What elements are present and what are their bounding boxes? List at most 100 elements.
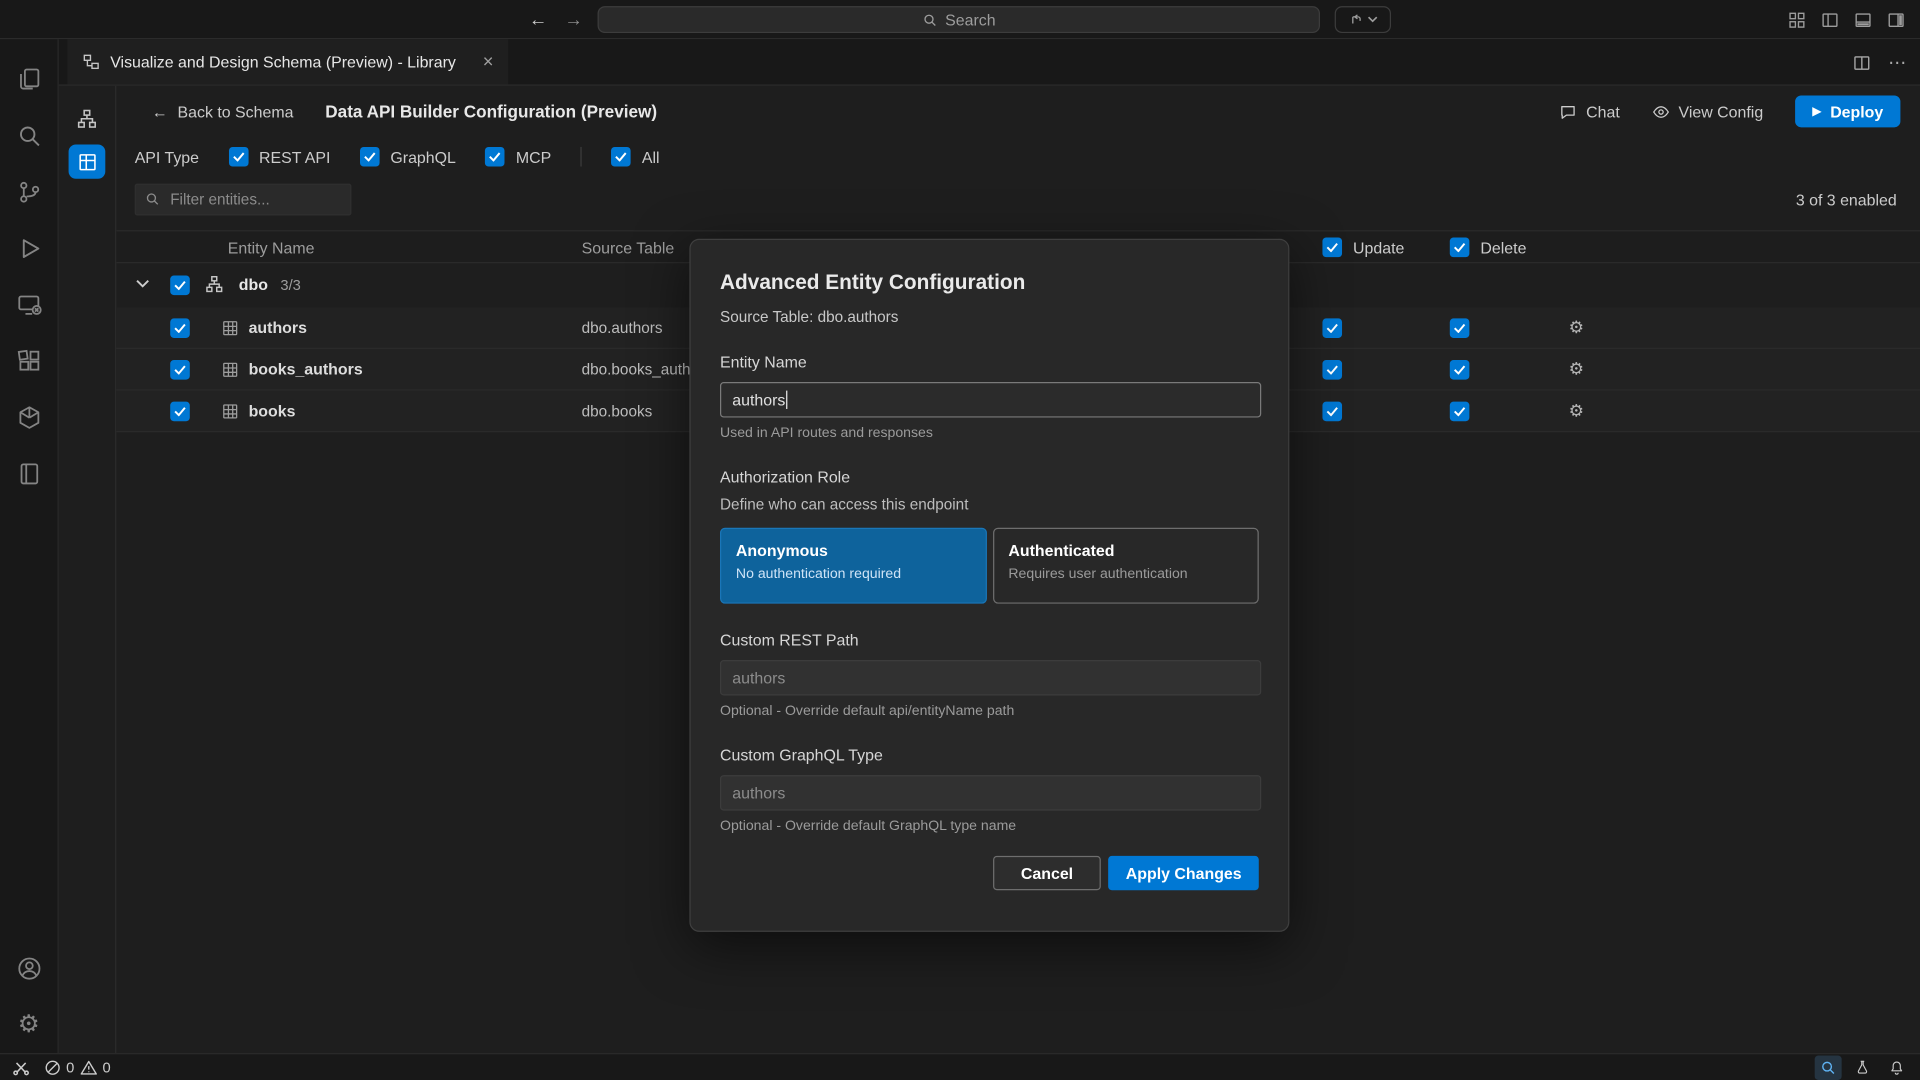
custom-rest-path-input[interactable] bbox=[720, 660, 1261, 696]
remote-indicator-icon[interactable] bbox=[12, 1059, 29, 1076]
schema-name: dbo bbox=[239, 276, 268, 294]
chevron-down-icon[interactable] bbox=[136, 279, 149, 289]
mcp-checkbox[interactable] bbox=[485, 147, 505, 167]
dialog-source-table: Source Table: dbo.authors bbox=[720, 309, 1259, 326]
apply-changes-button[interactable]: Apply Changes bbox=[1109, 856, 1259, 890]
monitor-x-icon bbox=[15, 291, 42, 318]
chat-button[interactable]: Chat bbox=[1559, 102, 1620, 120]
delete-all-checkbox[interactable] bbox=[1450, 238, 1470, 258]
group-enabled-checkbox[interactable] bbox=[170, 276, 190, 296]
row-enabled-checkbox[interactable] bbox=[170, 360, 190, 380]
cancel-button[interactable]: Cancel bbox=[993, 856, 1102, 890]
row-enabled-checkbox[interactable] bbox=[170, 402, 190, 422]
entity-filter-row: 3 of 3 enabled bbox=[116, 176, 1920, 223]
more-actions-icon[interactable]: ⋯ bbox=[1888, 51, 1908, 73]
filter-entities-input[interactable] bbox=[135, 184, 352, 216]
update-all-checkbox[interactable] bbox=[1322, 238, 1342, 258]
activity-run-debug-button[interactable] bbox=[0, 220, 58, 276]
dab-config-view-button[interactable] bbox=[69, 144, 106, 178]
rest-api-checkbox[interactable] bbox=[228, 147, 248, 167]
warning-count: 0 bbox=[102, 1059, 110, 1076]
update-checkbox[interactable] bbox=[1322, 318, 1342, 338]
all-filter[interactable]: All bbox=[611, 147, 659, 167]
table-grid-icon bbox=[77, 151, 98, 172]
play-debug-icon bbox=[15, 235, 42, 262]
anonymous-subtitle: No authentication required bbox=[736, 567, 970, 582]
schema-file-icon bbox=[82, 53, 100, 71]
eye-icon bbox=[1652, 102, 1670, 120]
divider bbox=[581, 147, 582, 167]
activity-explorer-button[interactable] bbox=[0, 51, 58, 107]
split-editor-icon[interactable] bbox=[1853, 53, 1871, 71]
source-table-column-header: Source Table bbox=[582, 239, 675, 257]
activity-account-button[interactable] bbox=[0, 940, 58, 996]
search-icon bbox=[144, 191, 160, 207]
custom-graphql-type-input[interactable] bbox=[720, 775, 1261, 811]
search-icon bbox=[15, 122, 42, 149]
all-checkbox[interactable] bbox=[611, 147, 631, 167]
table-icon bbox=[222, 403, 239, 420]
database-cube-icon bbox=[15, 404, 42, 431]
play-icon: ▶ bbox=[1812, 105, 1821, 118]
activity-settings-button[interactable]: ⚙ bbox=[0, 997, 58, 1053]
custom-graphql-type-help: Optional - Override default GraphQL type… bbox=[720, 819, 1259, 834]
entity-name-input[interactable]: authors bbox=[720, 382, 1261, 418]
activity-notebook-button[interactable] bbox=[0, 446, 58, 502]
entity-name: books bbox=[249, 402, 296, 420]
anonymous-role-card[interactable]: Anonymous No authentication required bbox=[720, 528, 986, 604]
rest-api-filter[interactable]: REST API bbox=[228, 147, 330, 167]
search-icon bbox=[922, 12, 938, 28]
flask-status-icon[interactable] bbox=[1849, 1055, 1876, 1079]
activity-database-button[interactable] bbox=[0, 389, 58, 445]
close-icon[interactable]: × bbox=[483, 51, 494, 72]
deploy-button[interactable]: ▶ Deploy bbox=[1795, 96, 1900, 128]
delete-checkbox[interactable] bbox=[1450, 402, 1470, 422]
deploy-label: Deploy bbox=[1830, 102, 1883, 120]
graphql-filter[interactable]: GraphQL bbox=[360, 147, 456, 167]
delete-checkbox[interactable] bbox=[1450, 360, 1470, 380]
row-enabled-checkbox[interactable] bbox=[170, 318, 190, 338]
account-icon bbox=[15, 955, 42, 982]
forward-arrow-icon[interactable]: → bbox=[564, 9, 582, 30]
view-config-button[interactable]: View Config bbox=[1652, 102, 1764, 120]
authorization-role-help: Define who can access this endpoint bbox=[720, 496, 1259, 513]
layout-grid-icon[interactable] bbox=[1788, 10, 1806, 28]
schema-designer-view-button[interactable] bbox=[69, 103, 106, 135]
toggle-secondary-sidebar-icon[interactable] bbox=[1887, 10, 1905, 28]
authenticated-role-card[interactable]: Authenticated Requires user authenticati… bbox=[992, 528, 1258, 604]
entity-name-value: authors bbox=[732, 391, 785, 409]
delete-checkbox[interactable] bbox=[1450, 318, 1470, 338]
branch-control[interactable] bbox=[1335, 6, 1391, 33]
search-box[interactable]: Search bbox=[598, 6, 1320, 33]
update-checkbox[interactable] bbox=[1322, 360, 1342, 380]
activity-extensions-button[interactable] bbox=[0, 333, 58, 389]
back-arrow-icon[interactable]: ← bbox=[529, 9, 547, 30]
row-settings-gear-icon[interactable]: ⚙ bbox=[1569, 359, 1584, 380]
entity-name-help: Used in API routes and responses bbox=[720, 426, 1259, 441]
toggle-panel-icon[interactable] bbox=[1854, 10, 1872, 28]
editor-tab[interactable]: Visualize and Design Schema (Preview) - … bbox=[67, 39, 508, 84]
mcp-label: MCP bbox=[516, 148, 551, 166]
chat-bubble-icon bbox=[1559, 102, 1577, 120]
source-table: dbo.authors bbox=[582, 320, 663, 337]
api-type-filter-row: API Type REST API GraphQL MCP bbox=[116, 137, 1920, 176]
org-chart-icon bbox=[76, 108, 98, 130]
activity-search-button[interactable] bbox=[0, 108, 58, 164]
update-checkbox[interactable] bbox=[1322, 402, 1342, 422]
tab-title: Visualize and Design Schema (Preview) - … bbox=[110, 53, 456, 71]
activity-source-control-button[interactable] bbox=[0, 164, 58, 220]
row-settings-gear-icon[interactable]: ⚙ bbox=[1569, 317, 1584, 338]
git-branch-icon bbox=[15, 179, 42, 206]
graphql-checkbox[interactable] bbox=[360, 147, 380, 167]
row-settings-gear-icon[interactable]: ⚙ bbox=[1569, 400, 1584, 421]
mcp-filter[interactable]: MCP bbox=[485, 147, 551, 167]
problems-indicator[interactable]: 0 0 bbox=[44, 1059, 111, 1076]
table-icon bbox=[222, 320, 239, 337]
activity-remote-explorer-button[interactable] bbox=[0, 277, 58, 333]
source-table: dbo.books_auth bbox=[582, 361, 691, 378]
toggle-sidebar-icon[interactable] bbox=[1821, 10, 1839, 28]
zoom-status-icon[interactable] bbox=[1815, 1055, 1842, 1079]
custom-rest-path-label: Custom REST Path bbox=[720, 631, 1259, 649]
back-to-schema-link[interactable]: ← Back to Schema bbox=[152, 102, 294, 120]
bell-icon[interactable] bbox=[1883, 1055, 1910, 1079]
